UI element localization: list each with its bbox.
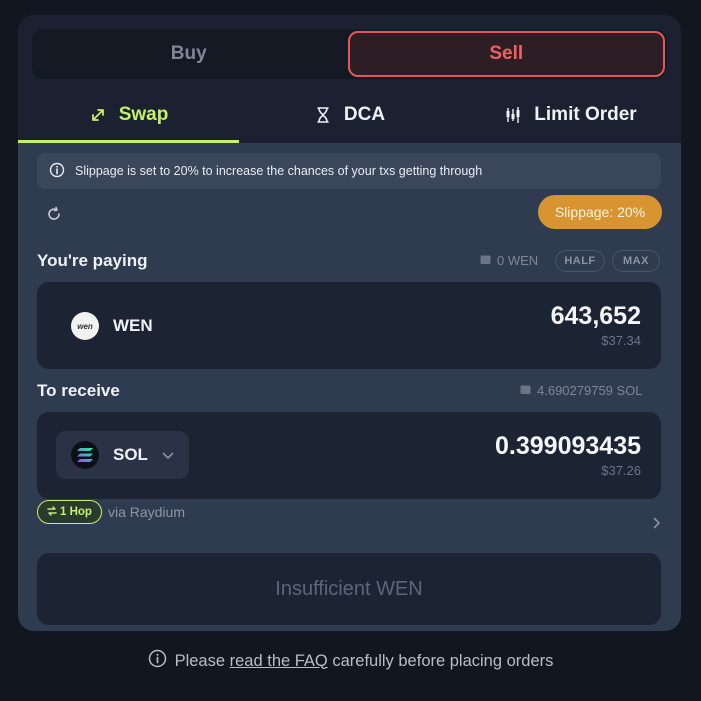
slippage-button[interactable]: Slippage: 20%	[538, 195, 662, 229]
receive-amount: 0.399093435	[495, 432, 641, 460]
paying-token-symbol: WEN	[113, 316, 153, 335]
receive-balance-value: 4.690279759 SOL	[537, 383, 643, 398]
faq-footer: Please read the FAQ carefully before pla…	[0, 649, 701, 673]
tab-swap-label: Swap	[118, 104, 169, 125]
paying-input-box: wen WEN 643,652 $37.34	[37, 282, 661, 369]
footer-suffix: carefully before placing orders	[332, 651, 554, 670]
tab-dca[interactable]: DCA	[239, 87, 460, 143]
receive-usd-value: $37.26	[601, 463, 641, 478]
wallet-icon	[480, 253, 491, 268]
faq-link[interactable]: read the FAQ	[230, 652, 328, 670]
wen-logo-icon: wen	[71, 312, 99, 340]
slippage-notice-text: Slippage is set to 20% to increase the c…	[75, 164, 483, 178]
info-icon	[148, 649, 167, 673]
sell-button[interactable]: Sell	[347, 31, 665, 77]
receive-token-selector[interactable]: SOL	[56, 431, 189, 479]
refresh-icon[interactable]	[44, 204, 64, 224]
paying-token: wen WEN	[71, 312, 153, 340]
max-button[interactable]: MAX	[612, 250, 660, 272]
paying-amount-input[interactable]: 643,652	[551, 302, 641, 331]
route-via-text: via Raydium	[107, 504, 185, 520]
buy-sell-toggle: Buy Sell	[32, 29, 667, 79]
candlestick-icon	[504, 106, 522, 124]
order-type-tabs: Swap DCA Limit Order	[18, 87, 681, 143]
receive-output-box: SOL 0.399093435 $37.26	[37, 412, 661, 499]
slippage-notice: Slippage is set to 20% to increase the c…	[37, 153, 661, 189]
hop-label: 1 Hop	[60, 506, 92, 518]
sol-logo-icon	[71, 441, 99, 469]
swap-panel: Buy Sell Swap DCA Limit Order Slippage i…	[18, 15, 681, 631]
footer-prefix: Please	[174, 651, 226, 670]
insufficient-balance-button[interactable]: Insufficient WEN	[37, 553, 661, 625]
wallet-icon	[520, 383, 531, 398]
paying-balance-value: 0 WEN	[497, 253, 539, 268]
receive-balance: 4.690279759 SOL	[520, 383, 643, 398]
half-button[interactable]: HALF	[555, 250, 605, 272]
paying-label: You're paying	[37, 251, 148, 270]
paying-balance: 0 WEN	[480, 253, 538, 268]
hop-badge: 1 Hop	[37, 500, 102, 524]
info-icon	[49, 162, 65, 181]
swap-form: Slippage is set to 20% to increase the c…	[18, 143, 681, 631]
chevron-right-icon[interactable]	[653, 516, 661, 534]
route-icon	[47, 505, 57, 519]
swap-arrows-icon	[89, 106, 107, 124]
tab-swap[interactable]: Swap	[18, 87, 239, 143]
buy-button[interactable]: Buy	[32, 29, 346, 79]
hourglass-icon	[314, 106, 332, 124]
paying-usd-value: $37.34	[601, 333, 641, 348]
tab-dca-label: DCA	[343, 104, 386, 125]
chevron-down-icon	[162, 445, 174, 465]
receive-token-symbol: SOL	[113, 445, 148, 464]
tab-limit-order-label: Limit Order	[534, 104, 637, 125]
receive-label: To receive	[37, 381, 120, 400]
route-info[interactable]: 1 Hop via Raydium	[37, 500, 185, 524]
tab-limit-order[interactable]: Limit Order	[460, 87, 681, 143]
